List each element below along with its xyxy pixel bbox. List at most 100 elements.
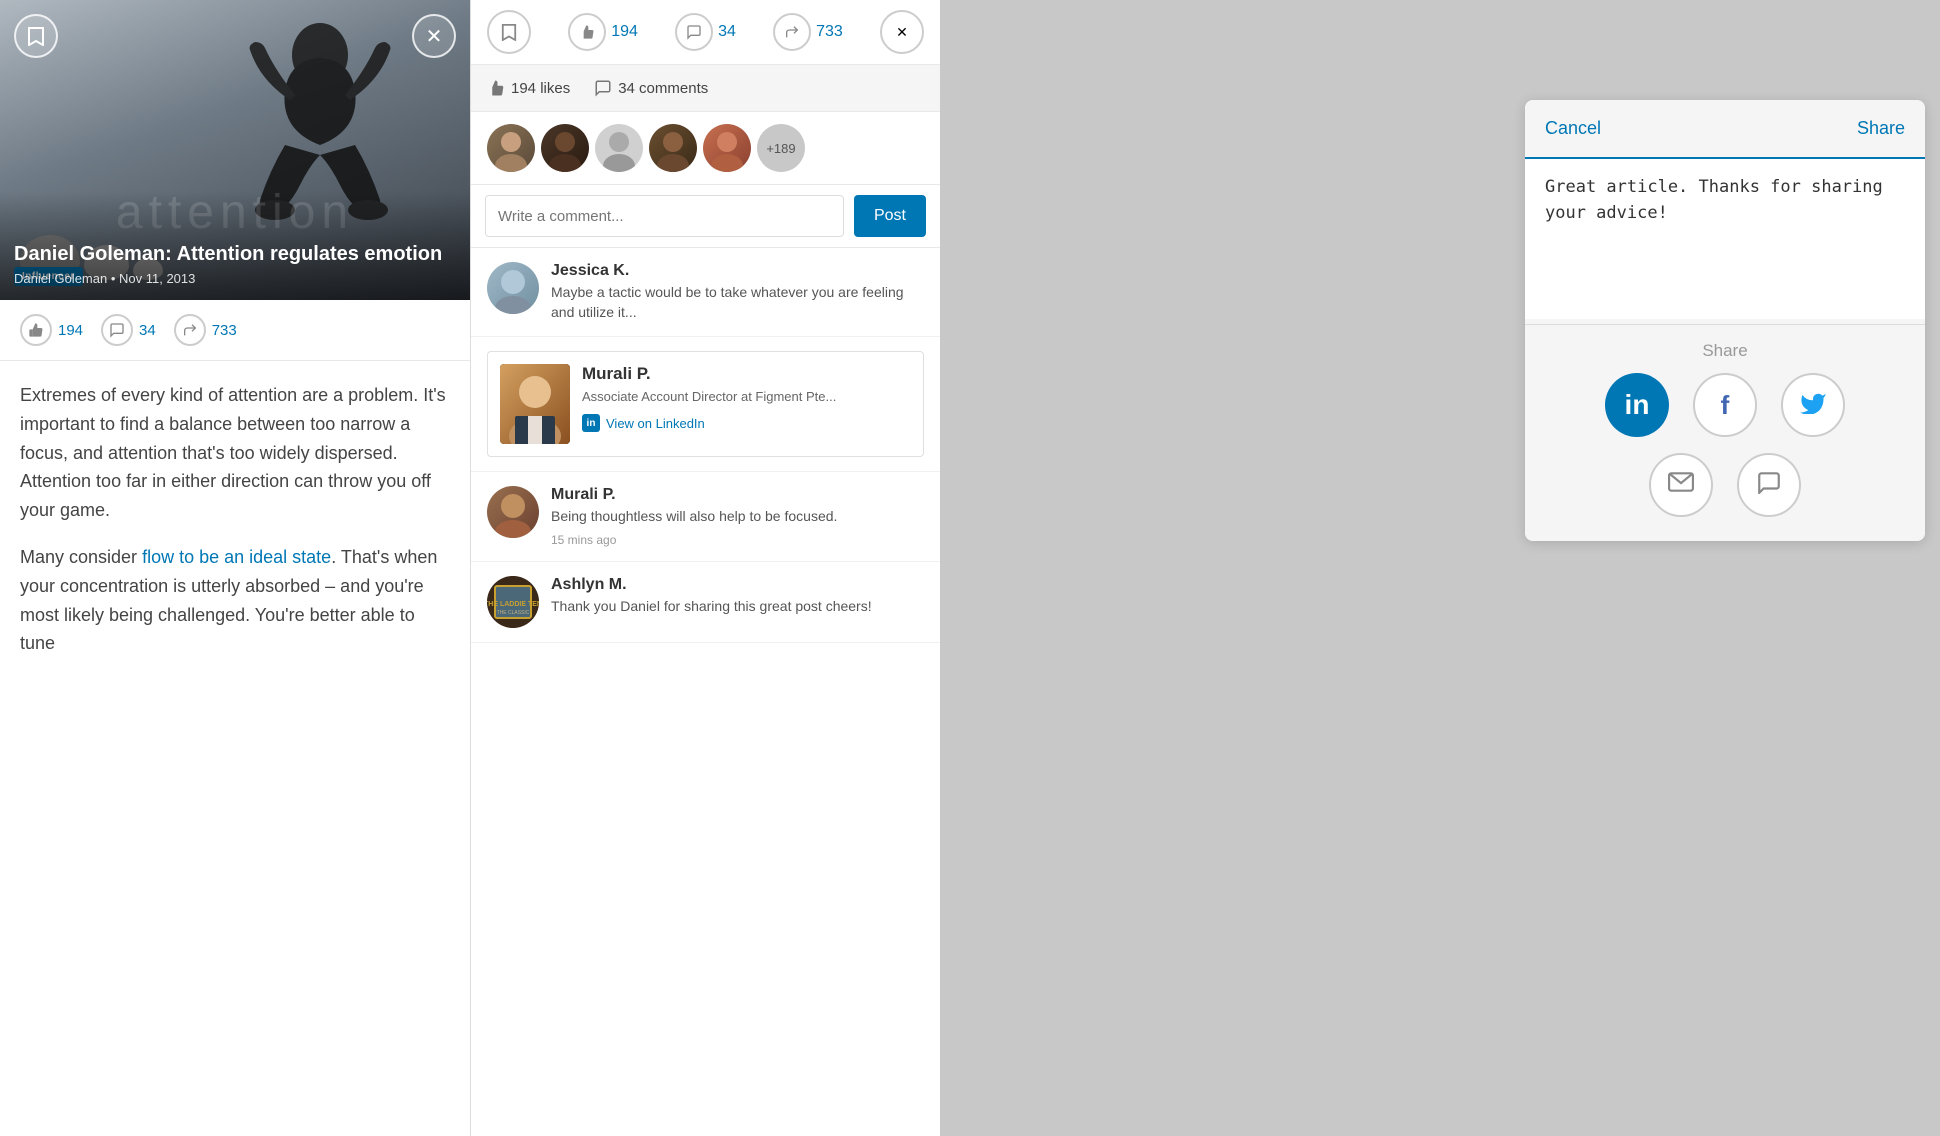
total-likes-label: 194 likes: [511, 80, 570, 97]
share-message-input[interactable]: Great article. Thanks for sharing your a…: [1525, 159, 1925, 319]
share-icons-row-2: [1649, 453, 1801, 517]
jessica-avatar: [487, 262, 539, 314]
shares-icon: [174, 314, 206, 346]
comments-toolbar: 194 34 733 ✕: [471, 0, 940, 65]
comments-icon: [101, 314, 133, 346]
toolbar-like-icon: [568, 13, 606, 51]
total-comments-label: 34 comments: [618, 80, 708, 97]
hero-overlay: Daniel Goleman: Attention regulates emot…: [0, 191, 470, 300]
twitter-icon: [1799, 390, 1827, 420]
liker-avatar-1[interactable]: [487, 124, 535, 172]
share-submit-button[interactable]: Share: [1857, 118, 1905, 139]
article-hero: attention ✕ Influencer Daniel Goleman: A…: [0, 0, 470, 300]
murali-profile-card-item: Murali P. Associate Account Director at …: [471, 337, 940, 472]
email-icon: [1668, 472, 1694, 498]
share-cancel-button[interactable]: Cancel: [1545, 118, 1601, 139]
murali-profile-photo: [500, 364, 570, 444]
view-linkedin-button[interactable]: in View on LinkedIn: [582, 414, 911, 432]
comments-list: Jessica K. Maybe a tactic would be to ta…: [471, 248, 940, 1136]
jessica-comment-body: Jessica K. Maybe a tactic would be to ta…: [551, 262, 924, 322]
linkedin-icon: in: [582, 414, 600, 432]
bookmark-icon: [27, 26, 45, 46]
article-close-button[interactable]: ✕: [412, 14, 456, 58]
article-panel: attention ✕ Influencer Daniel Goleman: A…: [0, 0, 470, 1136]
comment-input[interactable]: [485, 195, 844, 237]
comment-jessica: Jessica K. Maybe a tactic would be to ta…: [471, 248, 940, 337]
likes-stat[interactable]: 194: [20, 314, 83, 346]
toolbar-share-icon: [773, 13, 811, 51]
toolbar-comments-count: 34: [718, 23, 736, 41]
share-icons-row-1: in f: [1605, 373, 1845, 437]
article-body-p2: Many consider flow to be an ideal state.…: [20, 543, 450, 658]
jessica-author: Jessica K.: [551, 262, 924, 280]
ashlyn-comment-body: Ashlyn M. Thank you Daniel for sharing t…: [551, 576, 924, 628]
comments-stat[interactable]: 34: [101, 314, 156, 346]
murali-profile-card: Murali P. Associate Account Director at …: [487, 351, 924, 457]
linkedin-share-icon: in: [1625, 389, 1650, 421]
flow-link[interactable]: flow to be an ideal state: [142, 547, 331, 567]
toolbar-shares-count: 733: [816, 23, 843, 41]
murali-comment-body: Murali P. Being thoughtless will also he…: [551, 486, 924, 547]
comments-header: 194 likes 34 comments: [471, 65, 940, 112]
shares-stat[interactable]: 733: [174, 314, 237, 346]
likes-count: 194: [58, 322, 83, 339]
murali-author: Murali P.: [551, 486, 924, 504]
svg-text:THE LADDIE TEN: THE LADDIE TEN: [487, 601, 539, 608]
shares-count: 733: [212, 322, 237, 339]
total-likes-stat: 194 likes: [487, 79, 570, 97]
message-icon: [1756, 470, 1782, 500]
jessica-comment-text: Maybe a tactic would be to take whatever…: [551, 283, 924, 322]
post-comment-button[interactable]: Post: [854, 195, 926, 237]
article-body-p1: Extremes of every kind of attention are …: [20, 381, 450, 525]
share-message-button[interactable]: [1737, 453, 1801, 517]
liker-avatar-4[interactable]: [649, 124, 697, 172]
ashlyn-author: Ashlyn M.: [551, 576, 924, 594]
liker-avatar-2[interactable]: [541, 124, 589, 172]
comment-murali: Murali P. Being thoughtless will also he…: [471, 472, 940, 562]
share-icons-grid: in f: [1525, 373, 1925, 541]
header-comment-icon: [594, 79, 612, 97]
close-icon: ✕: [426, 24, 443, 49]
toolbar-likes-count: 194: [611, 23, 638, 41]
total-comments-stat: 34 comments: [594, 79, 708, 97]
share-section-label: Share: [1525, 325, 1925, 373]
article-stats-bar: 194 34 733: [0, 300, 470, 361]
toolbar-close-icon: ✕: [896, 24, 908, 41]
comments-panel: 194 34 733 ✕: [470, 0, 940, 1136]
share-linkedin-button[interactable]: in: [1605, 373, 1669, 437]
toolbar-comments-stat[interactable]: 34: [675, 13, 736, 51]
murali-comment-text: Being thoughtless will also help to be f…: [551, 507, 924, 527]
article-content: Extremes of every kind of attention are …: [0, 361, 470, 678]
background-spacer: [940, 0, 1510, 1136]
header-like-icon: [487, 79, 505, 97]
svg-text:THE CLASSIC: THE CLASSIC: [497, 610, 530, 616]
murali-profile-title: Associate Account Director at Figment Pt…: [582, 388, 911, 406]
comments-count: 34: [139, 322, 156, 339]
toolbar-shares-stat[interactable]: 733: [773, 13, 843, 51]
murali-avatar: [487, 486, 539, 538]
comment-input-row: Post: [471, 185, 940, 248]
article-author-date-hero: Daniel Goleman • Nov 11, 2013: [14, 271, 456, 286]
murali-profile-name: Murali P.: [582, 364, 911, 384]
murali-comment-time: 15 mins ago: [551, 533, 924, 547]
article-title-hero: Daniel Goleman: Attention regulates emot…: [14, 241, 456, 267]
share-panel: Cancel Share Great article. Thanks for s…: [1510, 0, 1940, 1136]
toolbar-bookmark-icon: [501, 23, 517, 41]
article-bookmark-button[interactable]: [14, 14, 58, 58]
toolbar-likes-stat[interactable]: 194: [568, 13, 638, 51]
toolbar-comment-icon: [675, 13, 713, 51]
more-likers-badge[interactable]: +189: [757, 124, 805, 172]
comment-ashlyn: THE LADDIE TEN THE CLASSIC Ashlyn M. Tha…: [471, 562, 940, 643]
share-twitter-button[interactable]: [1781, 373, 1845, 437]
ashlyn-comment-text: Thank you Daniel for sharing this great …: [551, 597, 924, 617]
liker-avatar-3[interactable]: [595, 124, 643, 172]
article-stats: 194 34 733: [20, 314, 450, 346]
share-email-button[interactable]: [1649, 453, 1713, 517]
share-card-header: Cancel Share: [1525, 100, 1925, 159]
murali-profile-info: Murali P. Associate Account Director at …: [582, 364, 911, 432]
share-facebook-button[interactable]: f: [1693, 373, 1757, 437]
toolbar-bookmark-button[interactable]: [487, 10, 531, 54]
toolbar-close-button[interactable]: ✕: [880, 10, 924, 54]
liker-avatar-5[interactable]: [703, 124, 751, 172]
facebook-icon: f: [1721, 390, 1730, 421]
